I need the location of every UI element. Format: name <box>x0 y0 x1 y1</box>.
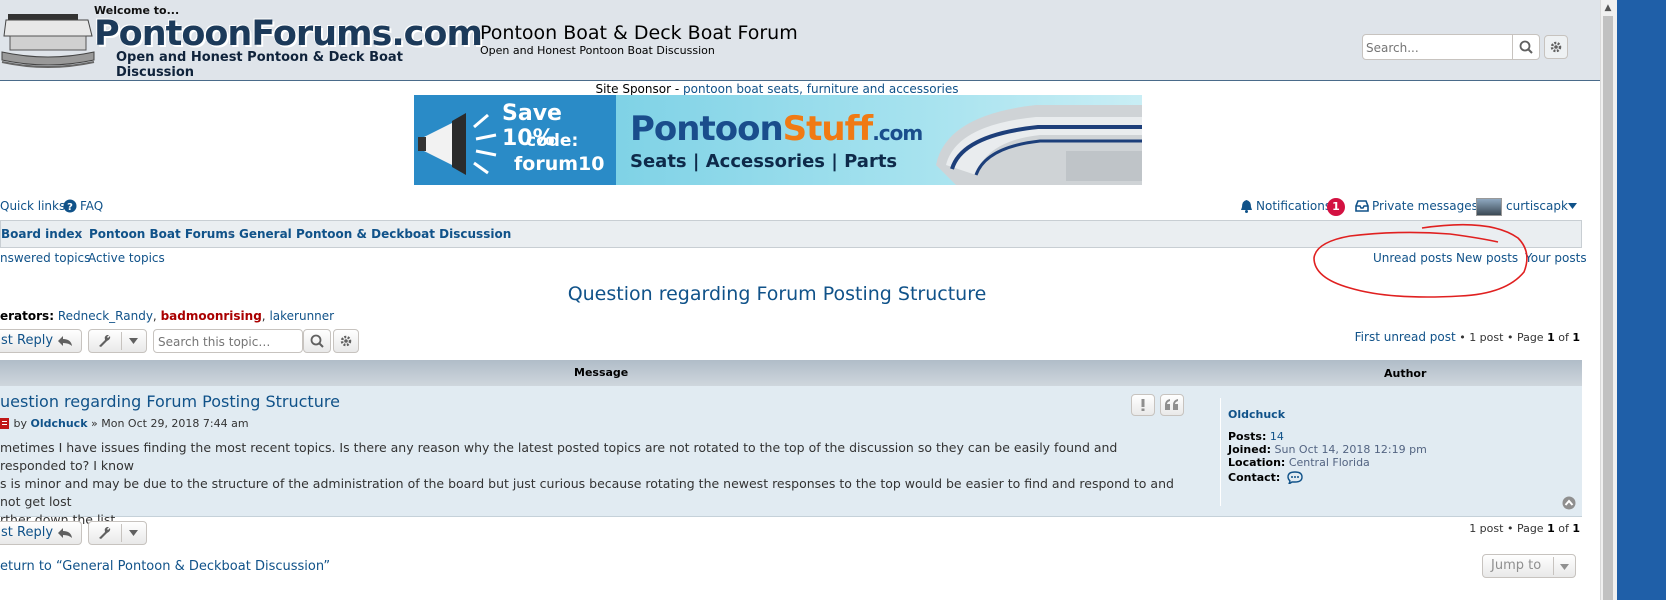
caret-down-icon <box>129 338 138 344</box>
private-messages-link[interactable]: Private messages <box>1372 199 1478 213</box>
topic-tools-button[interactable] <box>88 329 147 353</box>
breadcrumb-separator-icon: ‹ <box>77 226 82 240</box>
site-description: Open and Honest Pontoon Boat Discussion <box>480 44 715 57</box>
sponsor-label: Site Sponsor <box>595 82 672 96</box>
sponsor-banner[interactable]: Save 10% code: forum10 PontoonStuff.com … <box>414 95 1142 185</box>
caret-down-icon <box>1560 564 1569 570</box>
navbar: Quick links ? FAQ Notifications 1 Privat… <box>0 198 1582 217</box>
pagination-bottom: 1 post • Page 1 of 1 <box>1469 522 1580 535</box>
author-profile: Oldchuck Posts: 14 Joined: Sun Oct 14, 2… <box>1228 408 1427 486</box>
exclamation-icon <box>1141 399 1145 411</box>
quick-links-menu[interactable]: Quick links <box>0 199 65 213</box>
moderators-line: erators: Redneck_Randy, badmoonrising, l… <box>0 309 335 323</box>
post-meta: by Oldchuck » Mon Oct 29, 2018 7:44 am <box>0 417 249 430</box>
banner-tagline: Seats | Accessories | Parts <box>630 151 898 172</box>
wrench-icon <box>99 335 111 347</box>
banner-code-value: forum10 <box>514 153 605 175</box>
help-circle-icon: ? <box>63 199 77 213</box>
moderator-link[interactable]: Redneck_Randy <box>58 309 153 323</box>
header-search-button[interactable] <box>1512 35 1539 59</box>
megaphone-icon <box>418 113 497 175</box>
advanced-search-button[interactable] <box>1544 35 1568 59</box>
breadcrumb-board-index[interactable]: Board index <box>1 227 82 241</box>
sponsor-separator: - <box>671 82 683 96</box>
search-icon <box>310 334 324 348</box>
banner-brand: PontoonStuff.com <box>630 109 923 149</box>
scroll-up-arrow-icon[interactable]: ▲ <box>1600 0 1616 16</box>
header-search-input[interactable] <box>1364 36 1514 60</box>
post-reply-button[interactable]: st Reply <box>0 329 82 353</box>
active-topics-link[interactable]: Active topics <box>88 251 165 265</box>
notification-count-badge: 1 <box>1327 198 1345 216</box>
caret-down-icon <box>1568 203 1577 209</box>
site-logo[interactable]: Welcome to... PontoonForums.com Open and… <box>0 0 483 80</box>
reply-arrow-icon <box>58 336 72 346</box>
first-unread-post-link[interactable]: First unread post <box>1355 330 1456 344</box>
reply-arrow-icon <box>58 528 72 538</box>
topic-title[interactable]: Question regarding Forum Posting Structu… <box>0 283 1554 305</box>
boat-seat-image-icon <box>936 105 1142 185</box>
message-column-header: Message <box>574 366 629 379</box>
sponsor-link[interactable]: pontoon boat seats, furniture and access… <box>683 82 959 96</box>
post-content: metimes I have issues finding the most r… <box>0 440 1174 527</box>
scrollbar-thumb[interactable] <box>1603 16 1613 600</box>
quote-post-button[interactable] <box>1160 394 1184 416</box>
topic-search-button[interactable] <box>303 329 331 353</box>
post: uestion regarding Forum Posting Structur… <box>0 386 1582 527</box>
gear-icon <box>1550 41 1562 53</box>
caret-down-icon <box>129 530 138 536</box>
author-column-header: Author <box>1384 367 1427 380</box>
post-document-icon <box>0 418 9 429</box>
breadcrumb-separator-icon: ‹ <box>228 226 233 240</box>
post-date: » Mon Oct 29, 2018 7:44 am <box>91 417 249 430</box>
notifications-link[interactable]: Notifications <box>1256 199 1331 213</box>
bell-icon <box>1241 200 1252 213</box>
banner-brand-panel: PontoonStuff.com Seats | Accessories | P… <box>616 95 1142 185</box>
moderators-label: erators: <box>0 309 54 323</box>
author-name-link[interactable]: Oldchuck <box>1228 408 1427 421</box>
post-table-header: Message Author <box>0 360 1582 386</box>
pagination-top: First unread post • 1 post • Page 1 of 1 <box>1354 330 1580 344</box>
moderator-link[interactable]: badmoonrising <box>161 309 262 323</box>
search-icon <box>1519 40 1533 54</box>
quote-icon <box>1165 399 1178 410</box>
topic-advanced-search-button[interactable] <box>333 329 359 353</box>
post-title[interactable]: uestion regarding Forum Posting Structur… <box>0 392 340 411</box>
site-header: Welcome to... PontoonForums.com Open and… <box>0 0 1600 81</box>
topic-search-box <box>153 329 304 353</box>
svg-text:?: ? <box>67 202 73 213</box>
gear-icon <box>340 335 352 347</box>
jump-to-dropdown[interactable]: Jump to <box>1482 554 1576 578</box>
unanswered-topics-link[interactable]: nswered topics <box>0 251 90 265</box>
author-posts-link[interactable]: 14 <box>1270 430 1284 443</box>
banner-code-label: code: <box>526 131 579 151</box>
return-to-forum-link[interactable]: eturn to “General Pontoon & Deckboat Dis… <box>0 559 330 574</box>
inbox-icon <box>1355 200 1369 212</box>
avatar[interactable] <box>1476 198 1502 216</box>
report-post-button[interactable] <box>1131 394 1155 416</box>
topic-search-input[interactable] <box>156 331 304 353</box>
logo-tagline: Open and Honest Pontoon & Deck Boat Disc… <box>116 50 403 80</box>
banner-promo-panel: Save 10% code: forum10 <box>414 95 616 185</box>
breadcrumb-pontoon-boat-forums[interactable]: Pontoon Boat Forums <box>89 227 235 241</box>
moderator-link[interactable]: lakerunner <box>269 309 334 323</box>
back-to-top-icon[interactable] <box>1562 496 1576 510</box>
wrench-icon <box>99 527 111 539</box>
site-title[interactable]: Pontoon Boat & Deck Boat Forum <box>480 22 798 44</box>
site-sponsor-line: Site Sponsor - pontoon boat seats, furni… <box>0 82 1554 96</box>
faq-link[interactable]: FAQ <box>80 199 103 213</box>
username-menu[interactable]: curtiscapk <box>1506 199 1568 213</box>
breadcrumb-general-discussion[interactable]: General Pontoon & Deckboat Discussion <box>239 227 511 241</box>
topic-tools-button-bottom[interactable] <box>88 521 147 545</box>
logo-wordmark: PontoonForums.com <box>94 14 483 54</box>
post-author-link[interactable]: Oldchuck <box>31 417 88 430</box>
post-reply-button-bottom[interactable]: st Reply <box>0 521 82 545</box>
pontoon-boat-logo-icon <box>1 14 95 68</box>
contact-chat-icon[interactable] <box>1287 471 1303 486</box>
